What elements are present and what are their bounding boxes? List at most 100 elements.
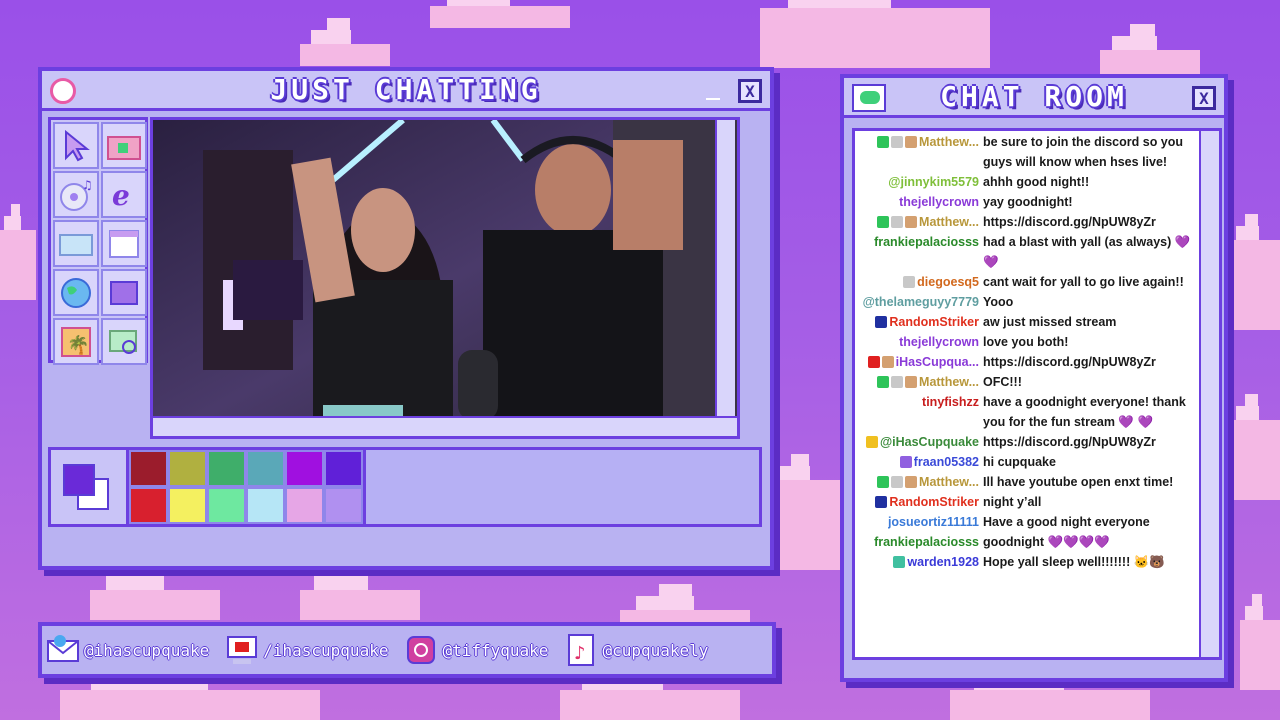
color-swatch[interactable] (324, 450, 363, 487)
chat-username[interactable]: Matthew... (919, 372, 979, 392)
social-link[interactable]: @ihascupquake (46, 633, 209, 667)
social-link[interactable]: /ihascupquake (225, 633, 388, 667)
color-swatch[interactable] (168, 450, 207, 487)
chat-text: https://discord.gg/NpUW8yZr (983, 355, 1156, 369)
user-badge-icon (875, 316, 888, 328)
chat-username[interactable]: fraan05382 (914, 452, 979, 472)
user-badge-icon (905, 476, 918, 488)
chat-message: RandomStriker aw just missed stream (855, 312, 1219, 332)
color-palette (48, 447, 762, 527)
chat-title: CHAT ROOM (940, 80, 1128, 113)
user-badge-icon (899, 456, 912, 468)
user-badge-icon (891, 476, 904, 488)
chat-username[interactable]: frankiepalaciosss (874, 532, 979, 552)
chat-text: love you both! (983, 335, 1069, 349)
book-icon[interactable] (101, 269, 147, 316)
color-swatch[interactable] (246, 487, 285, 524)
chat-text: aw just missed stream (983, 315, 1117, 329)
svg-text:e: e (112, 179, 130, 212)
twitter-mail-icon (46, 633, 80, 667)
chat-username[interactable]: tinyfishzz (922, 392, 979, 412)
color-swatch[interactable] (324, 487, 363, 524)
chat-username[interactable]: Matthew... (919, 132, 979, 152)
camera-folder-icon[interactable] (101, 122, 147, 169)
user-badge-icon (877, 476, 890, 488)
cloud (300, 564, 420, 620)
color-swatch[interactable] (285, 487, 324, 524)
chat-message: RandomStriker night y’all (855, 492, 1219, 512)
horizontal-scrollbar[interactable] (153, 416, 737, 436)
chat-text: ahhh good night!! (983, 175, 1090, 189)
folder-icon[interactable] (53, 220, 99, 267)
picture-icon[interactable]: 🌴 (53, 318, 99, 365)
chat-close-button[interactable]: X (1192, 86, 1216, 110)
vertical-scrollbar[interactable] (715, 120, 735, 420)
color-swatch[interactable] (246, 450, 285, 487)
chat-message: @iHasCupquake https://discord.gg/NpUW8yZr (855, 432, 1219, 452)
chat-message: josueortiz11111 Have a good night everyon… (855, 512, 1219, 532)
user-badge-icon (905, 216, 918, 228)
social-handle: /ihascupquake (263, 640, 389, 660)
chat-text: Yooo (983, 295, 1014, 309)
user-badge-icon (905, 376, 918, 388)
chat-message: Matthew... Ill have youtube open enxt tim… (855, 472, 1219, 492)
chat-text: had a blast with yall (as always) 💜💜 (983, 235, 1191, 269)
chat-message: iHasCupqua... https://discord.gg/NpUW8yZr (855, 352, 1219, 372)
cd-icon[interactable]: ♫ (53, 171, 99, 218)
color-swatch[interactable] (168, 487, 207, 524)
svg-text:♫: ♫ (82, 178, 93, 192)
browser-e-icon[interactable]: e (101, 171, 147, 218)
user-badge-icon (891, 216, 904, 228)
globe-icon[interactable] (53, 269, 99, 316)
instagram-icon (404, 633, 438, 667)
social-handle: @tiffyquake (442, 640, 549, 660)
chat-username[interactable]: Matthew... (919, 472, 979, 492)
social-link[interactable]: ♪ @cupquakely (564, 633, 708, 667)
minimize-icon[interactable] (706, 98, 720, 100)
cloud (950, 664, 1150, 720)
map-icon[interactable] (101, 318, 147, 365)
color-swatch[interactable] (207, 450, 246, 487)
chat-message: thejellycrown yay goodnight! (855, 192, 1219, 212)
chat-username[interactable]: @iHasCupquake (880, 432, 979, 452)
color-swatch[interactable] (285, 450, 324, 487)
chat-username[interactable]: warden1928 (907, 552, 979, 572)
social-link[interactable]: @tiffyquake (404, 633, 548, 667)
chat-username[interactable]: Matthew... (919, 212, 979, 232)
chat-username[interactable]: @thelameguyy7779 (863, 292, 979, 312)
active-colors[interactable] (51, 450, 129, 524)
chat-scrollbar[interactable] (1199, 131, 1219, 657)
chat-username[interactable]: iHasCupqua... (896, 352, 979, 372)
stream-titlebar: JUST CHATTING X (42, 71, 770, 111)
color-swatch[interactable] (207, 487, 246, 524)
user-badge-icon (905, 136, 918, 148)
stream-window: JUST CHATTING X ♫ e 🌴 (38, 67, 774, 570)
cloud (1240, 594, 1280, 690)
chat-username[interactable]: RandomStriker (889, 312, 979, 332)
chat-message: tinyfishzz have a goodnight everyone! tha… (855, 392, 1219, 432)
cursor-icon[interactable] (53, 122, 99, 169)
chat-username[interactable]: thejellycrown (899, 192, 979, 212)
chat-message: Matthew... be sure to join the discord so… (855, 132, 1219, 172)
chat-username[interactable]: diegoesq5 (917, 272, 979, 292)
chat-bubble-icon (852, 84, 886, 112)
chat-text: yay goodnight! (983, 195, 1073, 209)
cloud (300, 18, 390, 66)
svg-text:🌴: 🌴 (67, 334, 89, 356)
chat-username[interactable]: @jinnykim5579 (888, 172, 979, 192)
chat-message: frankiepalaciosss goodnight 💜💜💜💜 (855, 532, 1219, 552)
chat-message: thejellycrown love you both! (855, 332, 1219, 352)
close-button[interactable]: X (738, 79, 762, 103)
color-swatch[interactable] (129, 487, 168, 524)
color-swatch[interactable] (129, 450, 168, 487)
chat-username[interactable]: RandomStriker (889, 492, 979, 512)
chat-text: https://discord.gg/NpUW8yZr (983, 435, 1156, 449)
chat-username[interactable]: frankiepalaciosss (874, 232, 979, 252)
chat-text: cant wait for yall to go live again!! (983, 275, 1184, 289)
chat-username[interactable]: thejellycrown (899, 332, 979, 352)
chat-text: OFC!!! (983, 375, 1022, 389)
chat-text: https://discord.gg/NpUW8yZr (983, 215, 1156, 229)
calendar-icon[interactable] (101, 220, 147, 267)
user-badge-icon (891, 376, 904, 388)
chat-username[interactable]: josueortiz11111 (888, 512, 979, 532)
